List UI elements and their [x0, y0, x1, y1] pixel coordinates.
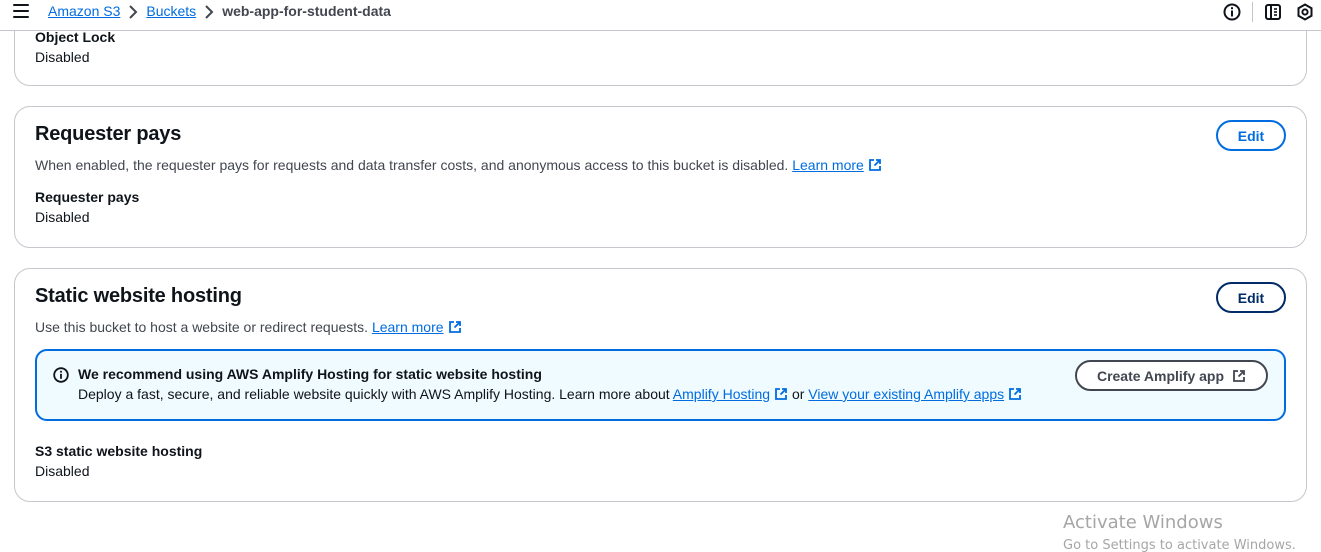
- amplify-alert-body: Deploy a fast, secure, and reliable webs…: [78, 386, 1022, 404]
- amplify-alert-title: We recommend using AWS Amplify Hosting f…: [78, 366, 542, 382]
- info-circle-icon[interactable]: [1222, 2, 1242, 22]
- external-link-icon[interactable]: [774, 387, 788, 404]
- external-link-icon[interactable]: [448, 320, 462, 337]
- amplify-info-alert: We recommend using AWS Amplify Hosting f…: [35, 349, 1286, 421]
- s3-static-hosting-label: S3 static website hosting: [35, 443, 203, 459]
- requester-pays-field-label: Requester pays: [35, 189, 140, 205]
- watermark-subtitle: Go to Settings to activate Windows.: [1063, 538, 1296, 552]
- requester-pays-description: When enabled, the requester pays for req…: [35, 157, 882, 175]
- top-navigation-bar: Amazon S3 Buckets web-app-for-student-da…: [0, 0, 1321, 31]
- chevron-right-icon: [120, 2, 146, 20]
- static-website-hosting-panel: Static website hosting Edit Use this buc…: [14, 268, 1307, 502]
- static-hosting-description-text: Use this bucket to host a website or red…: [35, 319, 369, 335]
- settings-hexagon-icon[interactable]: [1295, 2, 1315, 22]
- external-link-icon[interactable]: [868, 158, 882, 175]
- static-hosting-description: Use this bucket to host a website or red…: [35, 319, 462, 337]
- s3-static-hosting-value: Disabled: [35, 463, 90, 479]
- chevron-right-icon: [196, 2, 222, 20]
- requester-pays-field-value: Disabled: [35, 209, 90, 225]
- activate-windows-watermark: Activate Windows Go to Settings to activ…: [1063, 513, 1296, 552]
- static-hosting-edit-button[interactable]: Edit: [1216, 282, 1286, 313]
- breadcrumb: Amazon S3 Buckets web-app-for-student-da…: [48, 2, 391, 20]
- object-lock-label: Object Lock: [35, 29, 116, 45]
- requester-pays-edit-button[interactable]: Edit: [1216, 120, 1286, 151]
- amplify-alert-body-text: Deploy a fast, secure, and reliable webs…: [78, 386, 670, 402]
- create-amplify-app-label: Create Amplify app: [1096, 367, 1225, 384]
- requester-pays-description-text: When enabled, the requester pays for req…: [35, 157, 789, 173]
- notifications-panel-icon[interactable]: [1263, 2, 1283, 22]
- requester-pays-title: Requester pays: [35, 123, 182, 145]
- static-hosting-title: Static website hosting: [35, 285, 242, 307]
- breadcrumb-amazon-s3[interactable]: Amazon S3: [48, 2, 120, 20]
- create-amplify-app-button[interactable]: Create Amplify app: [1075, 360, 1268, 391]
- breadcrumb-buckets[interactable]: Buckets: [146, 2, 196, 20]
- amplify-alert-or-text: or: [791, 386, 805, 402]
- watermark-title: Activate Windows: [1063, 512, 1223, 533]
- info-circle-icon: [53, 367, 69, 386]
- static-hosting-learn-more-link[interactable]: Learn more: [372, 319, 444, 335]
- external-link-icon: [1233, 369, 1245, 382]
- requester-pays-panel: Requester pays Edit When enabled, the re…: [14, 106, 1307, 248]
- breadcrumb-current-bucket: web-app-for-student-data: [222, 3, 391, 19]
- header-divider: [1252, 2, 1253, 22]
- object-lock-value: Disabled: [35, 49, 90, 65]
- amplify-hosting-link[interactable]: Amplify Hosting: [673, 386, 770, 402]
- external-link-icon[interactable]: [1008, 387, 1022, 404]
- menu-hamburger-icon[interactable]: [13, 4, 29, 18]
- header-tools: [1222, 2, 1321, 22]
- requester-pays-learn-more-link[interactable]: Learn more: [792, 157, 864, 173]
- view-existing-amplify-apps-link[interactable]: View your existing Amplify apps: [808, 386, 1004, 402]
